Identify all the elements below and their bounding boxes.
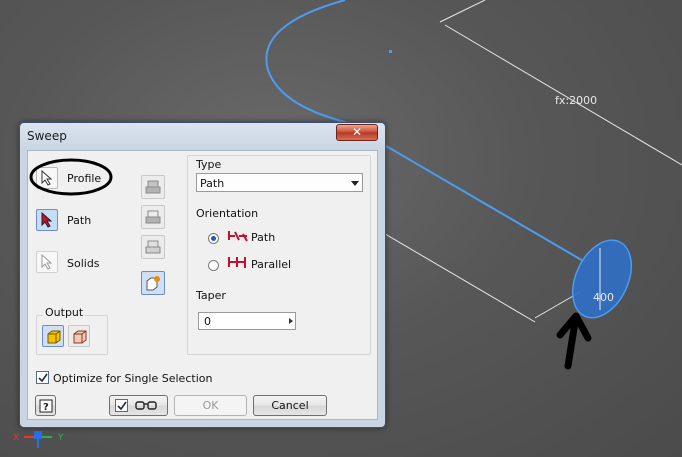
type-panel: Type Path Orientation Path Parallel Tape… <box>187 155 371 355</box>
orientation-parallel-radio[interactable] <box>208 260 219 271</box>
dimension-extension-bottom <box>374 227 536 323</box>
intersect-icon <box>145 240 161 254</box>
sketch-center-point[interactable] <box>389 50 392 53</box>
solid-output-icon <box>47 330 61 344</box>
orientation-path-label: Path <box>251 231 276 244</box>
svg-text:X: X <box>13 433 19 443</box>
path-select-button[interactable] <box>36 209 58 231</box>
solids-select-button[interactable] <box>36 251 58 273</box>
preview-toggle-button[interactable] <box>109 395 168 416</box>
close-button[interactable]: ✕ <box>336 124 378 141</box>
intersect-button[interactable] <box>141 235 165 259</box>
help-icon: ? <box>39 399 52 413</box>
preview-checkbox[interactable] <box>115 399 128 412</box>
output-label: Output <box>43 306 86 319</box>
profile-diameter-label[interactable]: 400 <box>593 291 614 304</box>
annotation-ellipse <box>29 158 113 196</box>
solid-output-button[interactable] <box>42 325 64 347</box>
annotation-arrow <box>556 312 592 370</box>
taper-input[interactable]: 0 <box>198 312 296 330</box>
orientation-path-radio[interactable] <box>208 233 219 244</box>
join-button[interactable] <box>141 175 165 199</box>
surface-output-icon <box>73 330 87 344</box>
chevron-right-icon[interactable] <box>289 318 293 324</box>
dialog-title: Sweep <box>27 129 67 143</box>
surface-output-button[interactable] <box>68 325 90 347</box>
chevron-down-icon <box>351 181 359 186</box>
help-button[interactable]: ? <box>35 395 56 416</box>
type-dropdown-value: Path <box>200 177 225 190</box>
cursor-icon <box>41 254 53 270</box>
check-icon <box>38 373 48 383</box>
glasses-icon <box>135 401 157 410</box>
check-icon <box>117 401 127 411</box>
svg-text:?: ? <box>43 402 49 413</box>
ok-button[interactable]: OK <box>174 395 247 416</box>
type-label: Type <box>196 158 222 171</box>
dimension-label[interactable]: fx:2000 <box>555 94 597 107</box>
output-group <box>36 315 108 355</box>
cut-button[interactable] <box>141 205 165 229</box>
type-dropdown[interactable]: Path <box>196 173 363 192</box>
sweep-path-sketch[interactable] <box>265 0 346 123</box>
cursor-icon <box>41 212 53 228</box>
view-triad-icon[interactable]: X Y <box>13 431 64 448</box>
path-orientation-icon <box>228 231 248 242</box>
close-icon: ✕ <box>351 125 363 139</box>
dialog-titlebar[interactable]: Sweep ✕ <box>20 123 385 149</box>
taper-label: Taper <box>196 289 226 302</box>
cut-icon <box>145 210 161 224</box>
orientation-label: Orientation <box>196 207 259 220</box>
svg-text:Y: Y <box>57 433 64 443</box>
dimension-extension-top <box>439 0 486 23</box>
optimize-checkbox[interactable] <box>36 371 49 384</box>
sweep-profile[interactable] <box>561 231 643 327</box>
taper-value: 0 <box>204 315 211 328</box>
cancel-button[interactable]: Cancel <box>253 395 327 416</box>
parallel-orientation-icon <box>228 257 246 268</box>
solids-label: Solids <box>67 257 100 270</box>
new-solid-icon <box>146 276 160 291</box>
join-icon <box>145 180 161 194</box>
optimize-label: Optimize for Single Selection <box>53 372 213 385</box>
path-label: Path <box>67 214 92 227</box>
orientation-parallel-label: Parallel <box>251 258 292 271</box>
new-solid-button[interactable] <box>141 271 165 295</box>
